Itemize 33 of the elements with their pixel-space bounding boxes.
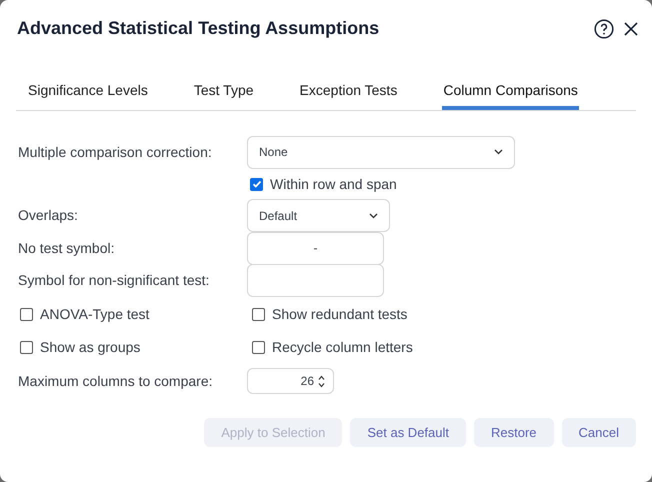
checkbox-label[interactable]: ANOVA-Type test — [40, 304, 150, 325]
checkbox[interactable] — [250, 178, 263, 190]
overlaps-dropdown[interactable]: Default — [247, 199, 390, 232]
input-field[interactable]: - — [247, 232, 384, 264]
checkbox[interactable] — [252, 308, 265, 321]
tab[interactable]: Exception Tests — [298, 78, 398, 110]
chevron-icon — [494, 149, 503, 155]
checkbox-label[interactable]: Show redundant tests — [272, 304, 408, 325]
tab[interactable]: Column Comparisons — [442, 78, 579, 110]
checkbox-label[interactable]: Within row and span — [270, 174, 397, 194]
checkbox[interactable] — [252, 341, 265, 354]
close-icon[interactable] — [624, 22, 638, 36]
dialog-button[interactable]: Cancel — [562, 418, 636, 447]
stepper-icon[interactable] — [318, 374, 325, 388]
checkbox-label[interactable]: Recycle column letters — [272, 337, 413, 358]
correction-dropdown[interactable]: None — [247, 136, 515, 168]
input-field[interactable] — [247, 264, 384, 296]
field-label: No test symbol: — [18, 238, 116, 258]
help-icon[interactable] — [594, 18, 614, 38]
field-label: Symbol for non-significant test: — [18, 270, 210, 290]
tab[interactable]: Significance Levels — [27, 78, 149, 110]
checkbox[interactable] — [20, 308, 33, 321]
window-title: Advanced Statistical Testing Assumptions — [17, 17, 380, 40]
dialog-button[interactable]: Set as Default — [350, 418, 466, 447]
field-label: Multiple comparison correction: — [18, 142, 213, 162]
chevron-icon — [369, 212, 378, 218]
tab[interactable]: Test Type — [192, 78, 255, 110]
checkbox[interactable] — [20, 341, 33, 354]
field-label: Maximum columns to compare: — [18, 372, 214, 391]
field-label: Overlaps: — [18, 206, 79, 225]
dialog-button[interactable]: Restore — [474, 418, 554, 447]
number-spinner[interactable]: 26 — [247, 368, 334, 394]
checkbox-label[interactable]: Show as groups — [40, 337, 140, 358]
